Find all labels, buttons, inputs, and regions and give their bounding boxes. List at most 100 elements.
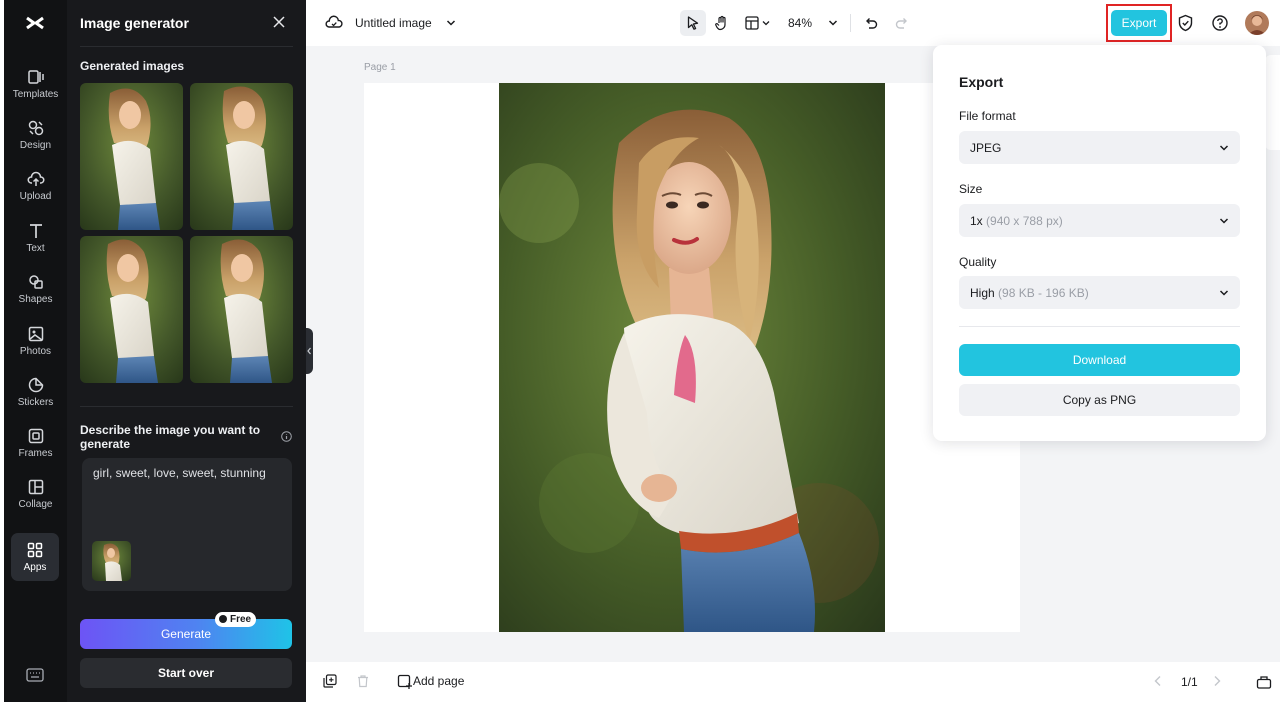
rail-text[interactable]: Text: [4, 222, 67, 270]
redo-icon: [895, 18, 907, 29]
shapes-icon: [28, 275, 43, 289]
left-rail: Templates Design Upload Text Shapes Phot…: [4, 0, 67, 702]
add-page-button[interactable]: Add page: [413, 674, 464, 688]
hand-tool-button[interactable]: [709, 10, 735, 36]
add-page-icon[interactable]: [397, 674, 413, 690]
rail-upload[interactable]: Upload: [4, 170, 67, 218]
divider: [80, 406, 293, 407]
collapse-panel-handle[interactable]: [306, 328, 313, 374]
chevron-left-icon[interactable]: [1152, 674, 1164, 688]
rail-label: Stickers: [17, 397, 54, 408]
hand-icon: [715, 15, 726, 31]
toolbar-divider: [850, 14, 851, 32]
size-select[interactable]: 1x (940 x 788 px): [959, 204, 1240, 237]
generated-image-4[interactable]: [190, 236, 293, 383]
rail-label: Text: [26, 243, 45, 254]
panel-title: Image generator: [80, 15, 189, 31]
image-generator-panel: Image generator Generated images Describ…: [67, 0, 306, 702]
zoom-level[interactable]: 84%: [788, 16, 812, 30]
quality-label: Quality: [959, 255, 997, 269]
photos-icon: [28, 326, 43, 342]
select-tool-button[interactable]: [680, 10, 706, 36]
chevron-down-icon[interactable]: [827, 17, 839, 29]
undo-icon: [866, 18, 878, 29]
page-count: 1/1: [1181, 675, 1198, 689]
pages-panel-icon[interactable]: [1256, 674, 1272, 690]
generated-image-3[interactable]: [80, 236, 183, 383]
generated-image-2[interactable]: [190, 83, 293, 230]
rail-label: Frames: [18, 448, 53, 459]
rail-templates[interactable]: Templates: [4, 68, 67, 116]
page-label: Page 1: [364, 62, 396, 73]
layout-tool-button[interactable]: [740, 10, 776, 36]
divider: [80, 46, 293, 47]
generated-image-1-art: [80, 83, 183, 230]
close-icon[interactable]: [271, 14, 287, 30]
file-format-value: JPEG: [970, 141, 1002, 155]
rail-frames[interactable]: Frames: [4, 427, 67, 475]
prompt-textarea[interactable]: girl, sweet, love, sweet, stunning: [82, 458, 292, 591]
delete-page-icon[interactable]: [356, 674, 370, 688]
reference-image-thumb[interactable]: [92, 541, 131, 581]
quality-select[interactable]: High (98 KB - 196 KB): [959, 276, 1240, 309]
export-highlight-box: [1106, 4, 1172, 42]
size-detail: (940 x 788 px): [986, 214, 1063, 228]
duplicate-page-icon[interactable]: [323, 674, 337, 688]
templates-icon: [27, 70, 44, 84]
design-icon: [28, 120, 43, 136]
apps-icon: [27, 542, 43, 558]
free-badge: Free: [215, 612, 257, 627]
avatar-image: [1245, 11, 1269, 35]
copy-as-png-button[interactable]: Copy as PNG: [959, 384, 1240, 416]
chevron-down-icon: [1219, 218, 1229, 224]
size-value: 1x: [970, 214, 983, 228]
collage-icon: [28, 479, 43, 495]
stickers-icon: [28, 377, 43, 393]
generated-image-3-art: [80, 236, 183, 383]
rail-label: Shapes: [18, 294, 53, 305]
cloud-sync-icon[interactable]: [325, 14, 343, 30]
help-icon[interactable]: [1211, 14, 1229, 32]
document-title[interactable]: Untitled image: [355, 16, 432, 30]
quality-value: High: [970, 286, 995, 300]
start-over-button[interactable]: Start over: [80, 658, 292, 688]
redo-button[interactable]: [889, 10, 915, 36]
rail-collage[interactable]: Collage: [4, 478, 67, 526]
generated-image-4-art: [190, 236, 293, 383]
chevron-down-icon[interactable]: [445, 17, 457, 29]
prompt-text[interactable]: girl, sweet, love, sweet, stunning: [93, 466, 266, 480]
rail-label: Upload: [19, 191, 52, 202]
file-format-select[interactable]: JPEG: [959, 131, 1240, 164]
rail-label: Templates: [12, 89, 59, 100]
layout-icon: [745, 16, 770, 30]
chevron-down-icon: [1219, 290, 1229, 296]
rail-label: Collage: [18, 499, 53, 510]
rail-apps[interactable]: Apps: [11, 533, 59, 581]
credit-icon: [219, 615, 227, 623]
download-button[interactable]: Download: [959, 344, 1240, 376]
free-badge-label: Free: [230, 614, 252, 625]
generate-button[interactable]: Generate: [80, 619, 292, 649]
rail-design[interactable]: Design: [4, 119, 67, 167]
size-label: Size: [959, 182, 983, 196]
avatar[interactable]: [1245, 11, 1269, 35]
file-format-label: File format: [959, 109, 1016, 123]
keyboard-icon[interactable]: [26, 668, 44, 682]
export-popover: Export File format JPEG Size 1x (940 x 7…: [933, 45, 1266, 441]
generated-image-1[interactable]: [80, 83, 183, 230]
describe-label: Describe the image you want to generate: [80, 423, 261, 451]
chevron-left-icon: [307, 347, 311, 355]
shield-icon[interactable]: [1177, 14, 1194, 32]
rail-stickers[interactable]: Stickers: [4, 376, 67, 424]
canvas-page[interactable]: [364, 83, 1020, 632]
info-icon[interactable]: [281, 431, 292, 442]
rail-shapes[interactable]: Shapes: [4, 273, 67, 321]
upload-icon: [27, 171, 44, 186]
rail-photos[interactable]: Photos: [4, 325, 67, 373]
size-value-wrap: 1x (940 x 788 px): [970, 214, 1063, 228]
top-toolbar: Untitled image 84% Export: [306, 0, 1280, 46]
canvas-image[interactable]: [499, 83, 885, 632]
chevron-right-icon[interactable]: [1211, 674, 1223, 688]
capcut-logo-icon[interactable]: [24, 12, 46, 34]
undo-button[interactable]: [858, 10, 884, 36]
